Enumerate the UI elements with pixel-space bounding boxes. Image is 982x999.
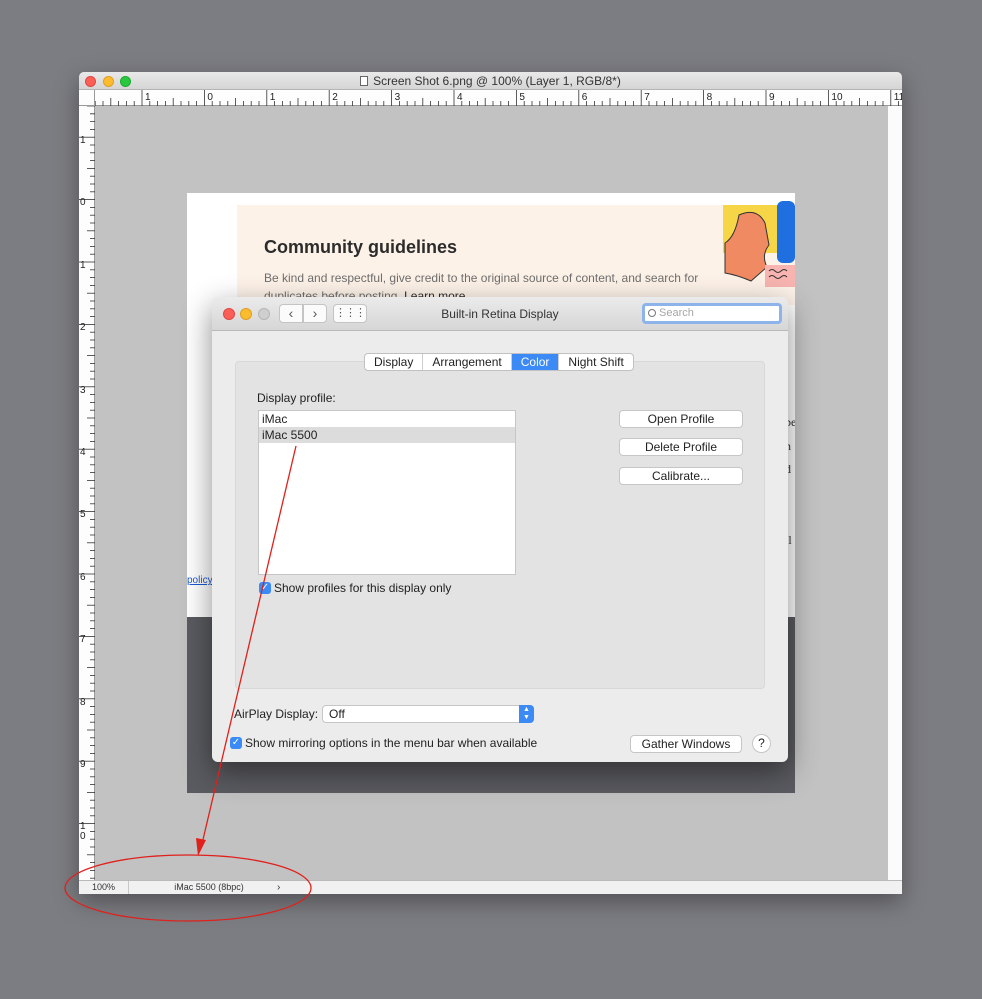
dialog-titlebar[interactable]: ‹ › ⋮⋮⋮ Built-in Retina Display Search [212,297,788,331]
ruler-number: 7 [80,634,86,646]
ruler-number: 3 [80,384,86,396]
tab-display[interactable]: Display [365,354,424,370]
zoom-level[interactable]: 100% [79,881,129,894]
ruler-number: 11 [893,92,902,103]
document-icon [360,76,369,86]
ruler-number: 1 [80,259,86,271]
horizontal-ruler[interactable]: 1 0 1 2 3 4 5 6 7 8 9 10 11 [95,90,902,106]
mirroring-checkbox[interactable]: ✓ [230,737,242,749]
status-bar: 100% iMac 5500 (8bpc) › [79,880,902,894]
delete-profile-button[interactable]: Delete Profile [619,438,743,456]
ruler-number: 1 [269,92,276,103]
help-button[interactable]: ? [752,734,771,753]
checkmark-icon: ✓ [260,582,270,593]
search-icon [648,309,656,317]
ruler-number: 2 [80,322,86,334]
ruler-number: 9 [80,759,86,770]
vertical-ruler[interactable]: 101234567891 0 [79,106,95,880]
tab-color[interactable]: Color [511,354,560,370]
ruler-number: 9 [769,92,775,103]
ruler-number: 7 [644,92,650,103]
list-item-selected[interactable]: iMac 5500 [259,427,515,443]
display-profile-label: Display profile: [257,391,336,405]
ruler-number: 8 [80,696,86,708]
search-input[interactable]: Search [642,303,782,324]
tab-night-shift[interactable]: Night Shift [559,354,632,370]
ruler-number: 1 [80,135,86,146]
ruler-number: 4 [457,92,463,103]
search-placeholder: Search [659,307,694,319]
open-profile-button[interactable]: Open Profile [619,410,743,428]
ruler-number: 1 [145,92,151,103]
ruler-ticks [95,90,899,106]
vertical-scrollbar[interactable] [888,106,902,880]
airplay-display-select[interactable]: Off ▲ ▼ [322,705,534,723]
ruler-number: 0 [80,197,86,209]
ruler-number: 6 [80,571,86,583]
policy-link[interactable]: policy [187,575,213,586]
window-titlebar[interactable]: Screen Shot 6.png @ 100% (Layer 1, RGB/8… [79,72,902,90]
illustration-image [723,201,795,287]
list-item[interactable]: iMac [259,411,515,427]
show-profiles-label: Show profiles for this display only [274,581,452,595]
ruler-number: 6 [581,92,588,103]
mirroring-label: Show mirroring options in the menu bar w… [245,736,538,750]
display-profile-list[interactable]: iMac iMac 5500 [258,410,516,575]
calibrate-button[interactable]: Calibrate... [619,467,743,485]
ruler-number: 5 [519,92,525,103]
airplay-selected-value: Off [329,707,345,721]
tab-arrangement[interactable]: Arrangement [423,354,512,370]
ruler-number: 3 [394,92,401,103]
airplay-display-label: AirPlay Display: [234,707,319,721]
ruler-number: 2 [332,92,338,103]
ruler-number: 5 [80,509,86,521]
updown-chevron-icon: ▲ ▼ [519,705,534,723]
status-menu-arrow[interactable]: › [277,881,280,894]
ruler-number: 10 [831,92,843,103]
gather-windows-button[interactable]: Gather Windows [630,735,742,753]
ruler-number: 1 0 [80,821,86,843]
ruler-number: 0 [207,92,213,103]
ruler-number: 4 [80,447,86,458]
ruler-number: 8 [706,92,713,103]
tab-bar: Display Arrangement Color Night Shift [364,353,634,371]
show-profiles-checkbox[interactable]: ✓ [259,582,271,594]
window-title: Screen Shot 6.png @ 100% (Layer 1, RGB/8… [79,74,902,88]
checkmark-icon: ✓ [231,737,241,748]
community-banner: Community guidelines Be kind and respect… [237,205,795,305]
document-profile: iMac 5500 (8bpc) [174,882,244,892]
banner-title: Community guidelines [264,237,458,257]
ruler-origin[interactable] [79,90,95,106]
display-preferences-window: ‹ › ⋮⋮⋮ Built-in Retina Display Search D… [212,297,788,762]
